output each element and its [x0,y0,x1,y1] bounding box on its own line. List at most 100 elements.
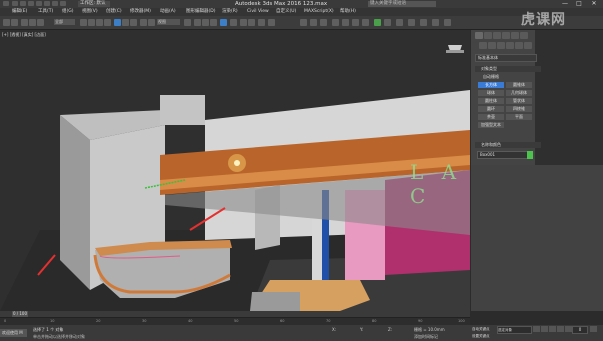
plane-button[interactable]: 平面 [506,114,532,120]
minimize-button[interactable]: — [560,0,570,8]
motion-tab-icon[interactable] [502,32,510,39]
menu-create[interactable]: 创建(C) [106,8,122,16]
select-and-place-icon[interactable] [140,19,147,26]
add-time-tag[interactable]: 添加时间标记 [414,334,438,340]
menu-animation[interactable]: 动画(A) [160,8,176,16]
goto-end-icon[interactable] [565,326,572,332]
manipulate-icon[interactable] [184,19,191,26]
undo-icon[interactable] [3,19,10,26]
primitive-type-dropdown[interactable]: 标准基本体 [475,54,537,62]
rectangular-selection-icon[interactable] [96,19,103,26]
menu-help[interactable]: 帮助(H) [340,8,356,16]
open-file-icon[interactable] [20,1,26,6]
curve-editor-icon[interactable] [300,19,307,26]
play-icon[interactable] [549,326,556,332]
scene-explorer-icon[interactable] [420,19,427,26]
link-icon[interactable] [21,19,28,26]
unlink-icon[interactable] [29,19,36,26]
maxscript-listener[interactable]: 欢迎使用 M [0,329,27,337]
lights-icon[interactable] [497,42,505,49]
select-by-name-icon[interactable] [88,19,95,26]
menu-rendering[interactable]: 渲染(R) [222,8,238,16]
pyramid-button[interactable]: 四棱锥 [506,106,532,112]
hold-icon[interactable] [60,1,66,6]
utilities-tab-icon[interactable] [520,32,528,39]
menu-edit[interactable]: 编辑(E) [12,8,27,16]
bind-space-warp-icon[interactable] [37,19,44,26]
torus-button[interactable]: 圆环 [478,106,504,112]
shapes-icon[interactable] [488,42,496,49]
mirror-icon[interactable] [240,19,247,26]
textplus-button[interactable]: 加强型文本 [478,122,504,128]
align-icon[interactable] [248,19,255,26]
perspective-viewport[interactable]: [+] [透视] [真实] [边面] L A C [0,30,470,311]
modify-tab-icon[interactable] [484,32,492,39]
sphere-button[interactable]: 球体 [478,90,504,96]
previous-frame-icon[interactable] [541,326,548,332]
helpers-icon[interactable] [515,42,523,49]
render-production-icon[interactable] [352,19,359,26]
goto-start-icon[interactable] [533,326,540,332]
cylinder-button[interactable]: 圆柱体 [478,98,504,104]
window-crossing-icon[interactable] [104,19,111,26]
a360-icon[interactable] [384,19,391,26]
menu-graph-editors[interactable]: 图形编辑器(D) [186,8,215,16]
material-editor-icon[interactable] [320,19,327,26]
pivot-center-icon[interactable] [148,19,155,26]
schematic-view-icon[interactable] [310,19,317,26]
menu-customize[interactable]: 自定义(U) [276,8,296,16]
layer-explorer-icon[interactable] [258,19,265,26]
close-button[interactable]: ✕ [589,0,599,8]
render-iterative-icon[interactable] [362,19,369,26]
create-tab-icon[interactable] [475,32,483,39]
ribbon-toggle-icon[interactable] [444,19,451,26]
cameras-icon[interactable] [506,42,514,49]
spinner-snap-icon[interactable] [220,19,227,26]
menu-tools[interactable]: 工具(T) [38,8,53,16]
search-input[interactable]: 键入关键字或短语 [368,1,436,7]
autogrid-checkbox[interactable]: 自动栅格 [483,74,499,80]
menu-views[interactable]: 视图(V) [82,8,98,16]
app-icon[interactable] [3,1,9,6]
auto-key-button[interactable]: 自动关键点 [472,326,496,332]
key-filter-dropdown[interactable]: 选定对象 [497,326,532,334]
new-file-icon[interactable] [12,1,18,6]
reference-coordinate-dropdown[interactable]: 视图 [157,19,180,25]
object-name-input[interactable]: Box001 [477,151,529,159]
select-and-rotate-icon[interactable] [122,19,129,26]
selection-filter-dropdown[interactable]: 全部 [54,19,75,25]
tube-button[interactable]: 管状体 [506,98,532,104]
menu-group[interactable]: 组(G) [62,8,74,16]
rendered-frame-window-icon[interactable] [342,19,349,26]
menu-civil-view[interactable]: Civil View [247,8,269,16]
select-and-move-icon[interactable] [114,19,121,26]
box-button[interactable]: 长方体 [478,82,504,88]
online-help-icon[interactable] [396,19,403,26]
redo-icon[interactable] [11,19,18,26]
geometry-icon[interactable] [479,42,487,49]
redo-icon[interactable] [44,1,50,6]
angle-snap-icon[interactable] [202,19,209,26]
menu-maxscript[interactable]: MAXScript(X) [304,8,334,16]
render-setup-icon[interactable] [332,19,339,26]
menu-modifiers[interactable]: 修改器(M) [130,8,151,16]
viewport-layout-icon[interactable] [408,19,415,26]
space-warps-icon[interactable] [524,42,532,49]
percent-snap-icon[interactable] [210,19,217,26]
workspaces-icon[interactable] [432,19,439,26]
undo-icon[interactable] [36,1,42,6]
snap-toggle-icon[interactable] [194,19,201,26]
project-folder-icon[interactable] [52,1,58,6]
hierarchy-tab-icon[interactable] [493,32,501,39]
edit-named-selection-icon[interactable] [230,19,237,26]
select-object-icon[interactable] [80,19,87,26]
graphite-tools-icon[interactable] [268,19,275,26]
maximize-button[interactable]: □ [574,0,584,8]
next-frame-icon[interactable] [557,326,564,332]
set-key-button[interactable]: 设置关键点 [472,333,496,339]
save-file-icon[interactable] [28,1,34,6]
viewport-label[interactable]: [+] [透视] [真实] [边面] [2,32,46,38]
render-cloud-icon[interactable] [374,19,381,26]
object-color-swatch[interactable] [527,151,533,159]
teapot-button[interactable]: 茶壶 [478,114,504,120]
